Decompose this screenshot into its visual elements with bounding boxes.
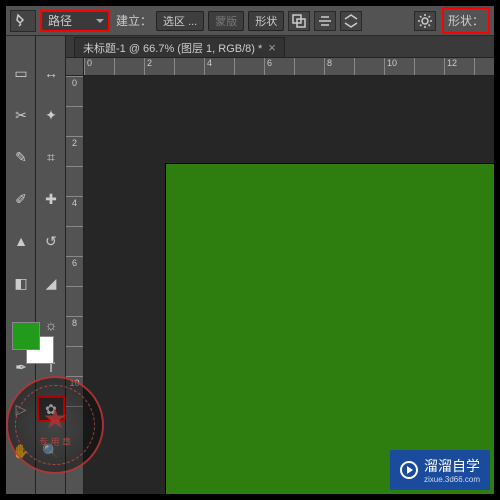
canvas[interactable] bbox=[166, 164, 494, 494]
star-icon: ★ bbox=[42, 402, 67, 435]
ruler-tick bbox=[66, 286, 83, 316]
shape-button[interactable]: 形状 bbox=[248, 11, 284, 31]
heal-icon[interactable]: ✚ bbox=[39, 188, 63, 210]
canvas-viewport[interactable] bbox=[84, 76, 494, 494]
eyedropper-icon[interactable]: ✎ bbox=[9, 146, 33, 168]
history-brush-icon[interactable]: ↺ bbox=[39, 230, 63, 252]
app-window: 路径 建立： 选区 ... 蒙版 形状 形状： 未标题-1 @ 66.7% (图… bbox=[4, 4, 496, 496]
wand-icon[interactable]: ✦ bbox=[39, 104, 63, 126]
options-bar: 路径 建立： 选区 ... 蒙版 形状 形状： bbox=[6, 6, 494, 36]
ruler-tick: 2 bbox=[144, 58, 174, 75]
crop-icon[interactable]: ✂ bbox=[9, 104, 33, 126]
color-swatch[interactable] bbox=[12, 322, 56, 364]
watermark-brand: 溜溜自学 bbox=[424, 456, 480, 476]
document-title: 未标题-1 @ 66.7% (图层 1, RGB/8) * bbox=[83, 40, 262, 56]
ruler-tick: 0 bbox=[84, 58, 114, 75]
watermark: 溜溜自学 zixue.3d66.com bbox=[390, 450, 490, 490]
slice-icon[interactable]: ⌗ bbox=[39, 146, 63, 168]
close-icon[interactable]: × bbox=[268, 40, 276, 55]
establish-label: 建立： bbox=[116, 12, 152, 29]
ruler-tick: 0 bbox=[66, 76, 83, 106]
document-tab[interactable]: 未标题-1 @ 66.7% (图层 1, RGB/8) * × bbox=[74, 37, 285, 57]
marquee-icon[interactable]: ▭ bbox=[9, 62, 33, 84]
ruler-tick: 4 bbox=[204, 58, 234, 75]
ruler-tick bbox=[174, 58, 204, 75]
ruler-tick: 8 bbox=[66, 316, 83, 346]
ruler-tick bbox=[234, 58, 264, 75]
path-op1-icon[interactable] bbox=[288, 11, 310, 31]
stamp-text: 专 用 章 bbox=[39, 435, 71, 448]
ruler-tick bbox=[66, 346, 83, 376]
mask-button[interactable]: 蒙版 bbox=[208, 11, 244, 31]
stamp-overlay: ★ 专 用 章 bbox=[6, 376, 104, 474]
path-arrange-icon[interactable] bbox=[340, 11, 362, 31]
play-icon bbox=[400, 461, 418, 479]
mode-dropdown[interactable]: 路径 bbox=[40, 10, 110, 32]
ruler-tick: 12 bbox=[444, 58, 474, 75]
foreground-color-swatch[interactable] bbox=[12, 322, 40, 350]
fill-icon[interactable]: ◢ bbox=[39, 272, 63, 294]
ruler-tick: 6 bbox=[264, 58, 294, 75]
ruler-tick: 4 bbox=[66, 196, 83, 226]
ruler-tick bbox=[114, 58, 144, 75]
workspace: 024681012141618 0246810 bbox=[66, 58, 494, 494]
brush-icon[interactable]: ✐ bbox=[9, 188, 33, 210]
watermark-url: zixue.3d66.com bbox=[424, 476, 480, 484]
ruler-tick bbox=[354, 58, 384, 75]
gear-icon[interactable] bbox=[414, 11, 436, 31]
ruler-tick bbox=[66, 226, 83, 256]
ruler-tick: 6 bbox=[66, 256, 83, 286]
move-icon[interactable]: ↔ bbox=[39, 62, 63, 84]
selection-button[interactable]: 选区 ... bbox=[156, 11, 204, 31]
ruler-horizontal[interactable]: 024681012141618 bbox=[84, 58, 494, 76]
ruler-corner bbox=[66, 58, 84, 76]
ruler-tick bbox=[414, 58, 444, 75]
mode-label: 路径 bbox=[48, 12, 72, 29]
ruler-tick: 2 bbox=[66, 136, 83, 166]
ruler-tick bbox=[294, 58, 324, 75]
ruler-tick bbox=[474, 58, 494, 75]
path-align-icon[interactable] bbox=[314, 11, 336, 31]
ruler-tick bbox=[66, 106, 83, 136]
eraser-icon[interactable]: ◧ bbox=[9, 272, 33, 294]
stamp-icon[interactable]: ▲ bbox=[9, 230, 33, 252]
ruler-tick: 8 bbox=[324, 58, 354, 75]
shape-selector-label[interactable]: 形状： bbox=[442, 7, 490, 34]
tool-preset-picker[interactable] bbox=[10, 10, 36, 32]
ruler-tick: 10 bbox=[384, 58, 414, 75]
document-tab-bar: 未标题-1 @ 66.7% (图层 1, RGB/8) * × bbox=[6, 36, 494, 58]
ruler-tick bbox=[66, 166, 83, 196]
